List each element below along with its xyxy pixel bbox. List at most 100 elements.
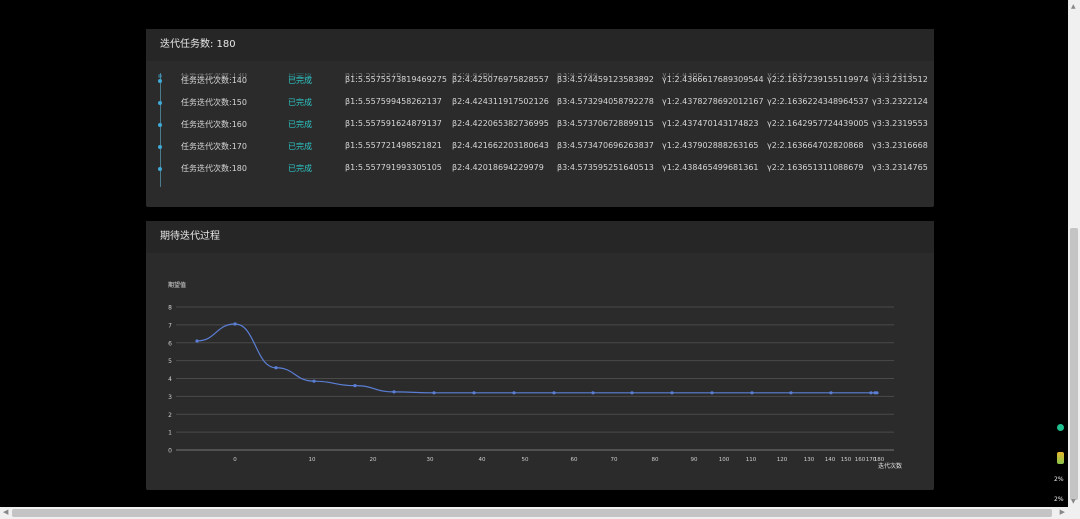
data-point: [829, 391, 833, 395]
y-tick-label: 8: [168, 305, 172, 312]
vertical-scroll-thumb[interactable]: [1070, 228, 1078, 500]
data-point: [353, 384, 357, 388]
task-name: 任务迭代次数:150: [181, 98, 247, 107]
x-tick-label: 100: [719, 457, 730, 463]
data-point: [873, 391, 877, 395]
x-tick-label: 90: [691, 457, 698, 463]
task-list[interactable]: 任务迭代次数:130 已完成 β1:5.5575576... β2:4.4260...…: [146, 73, 934, 201]
x-tick-label: 20: [370, 457, 377, 463]
task-gamma-3: γ3:3.2319553: [872, 119, 928, 128]
task-gamma-2: γ2:2.1642957724439005: [767, 119, 869, 128]
x-tick-label: 50: [522, 457, 529, 463]
timeline-dot-icon: [158, 167, 162, 171]
scroll-down-arrow-icon[interactable]: ▼: [1071, 498, 1076, 505]
widget-value-2: 2%: [1054, 496, 1064, 503]
task-row: 任务迭代次数:180 已完成 β1:5.557791993305105 β2:4.42…: [146, 158, 934, 180]
task-gamma-2: γ2:2.1637239155119974: [767, 75, 869, 84]
data-point: [750, 391, 754, 395]
y-tick-label: 6: [168, 340, 172, 347]
x-tick-label: 110: [746, 457, 757, 463]
task-row: 任务迭代次数:140 已完成 β1:5.5575573819469275 β2:4.4…: [146, 73, 934, 92]
y-tick-label: 2: [168, 412, 172, 419]
x-tick-label: 160: [855, 457, 866, 463]
data-point: [274, 366, 278, 370]
task-gamma-2: γ2:2.163651311088679: [767, 163, 864, 172]
task-gamma-3: γ3:3.2313512: [872, 75, 928, 84]
x-tick-label: 140: [825, 457, 836, 463]
scrollbar-corner: [1068, 507, 1080, 519]
iteration-tasks-panel: 迭代任务数: 180 任务迭代次数:130 已完成 β1:5.5575576... β…: [146, 29, 934, 207]
task-gamma-3: γ3:3.2322124: [872, 97, 928, 106]
data-point: [670, 391, 674, 395]
task-gamma-2: γ2:2.163664702820868: [767, 141, 864, 150]
level-bar-icon: [1057, 452, 1064, 464]
data-point: [312, 379, 316, 383]
task-status: 已完成: [288, 76, 312, 85]
task-row: 任务迭代次数:170 已完成 β1:5.557721498521821 β2:4.42…: [146, 136, 934, 158]
task-gamma-2: γ2:2.1636224348964537: [767, 97, 869, 106]
task-gamma-1: γ1:2.438465499681361: [662, 163, 759, 172]
vertical-scrollbar[interactable]: ▲ ▼: [1068, 0, 1080, 507]
data-point: [789, 391, 793, 395]
task-beta-2: β2:4.421662203180643: [452, 141, 549, 150]
y-tick-label: 4: [168, 376, 172, 383]
horizontal-scroll-thumb[interactable]: [12, 509, 1052, 517]
horizontal-scrollbar[interactable]: ◀ ▶: [0, 507, 1068, 519]
timeline-dot-icon: [158, 145, 162, 149]
task-status: 已完成: [288, 120, 312, 129]
task-gamma-1: γ1:2.4366617689309544: [662, 75, 764, 84]
floating-status-widget[interactable]: 2% 2%: [1054, 418, 1068, 503]
task-beta-1: β1:5.557791993305105: [345, 163, 442, 172]
task-gamma-1: γ1:2.4378278692012167: [662, 97, 764, 106]
y-tick-label: 1: [168, 430, 172, 437]
x-tick-label: 120: [777, 457, 788, 463]
timeline-dot-icon: [158, 79, 162, 83]
x-tick-label: 0: [233, 457, 237, 463]
data-point: [432, 391, 436, 395]
task-beta-3: β3:4.573294058792278: [557, 97, 654, 106]
x-tick-label: 150: [841, 457, 852, 463]
data-point: [552, 391, 556, 395]
data-point: [195, 339, 199, 343]
y-axis-title: 期望值: [168, 281, 186, 289]
data-point: [392, 390, 396, 394]
timeline-dot-icon: [158, 123, 162, 127]
task-beta-3: β3:4.573595251640513: [557, 163, 654, 172]
data-point: [591, 391, 595, 395]
y-tick-label: 0: [168, 448, 172, 455]
expectation-chart-panel: 期待迭代过程 0 1 2 3 4 5 6 7 8 0 10 20 30 40 50 60 70 80 90 100 11…: [146, 221, 934, 490]
scroll-right-arrow-icon[interactable]: ▶: [1060, 508, 1065, 516]
x-tick-label: 40: [479, 457, 486, 463]
data-point: [512, 391, 516, 395]
task-name: 任务迭代次数:170: [181, 142, 247, 151]
task-name: 任务迭代次数:140: [181, 76, 247, 85]
timeline-dot-icon: [158, 101, 162, 105]
scroll-up-arrow-icon[interactable]: ▲: [1071, 3, 1076, 10]
tasks-panel-title: 迭代任务数: 180: [146, 29, 934, 61]
y-tick-label: 3: [168, 394, 172, 401]
task-beta-1: β1:5.557599458262137: [345, 97, 442, 106]
x-axis-title: 迭代次数: [878, 462, 902, 470]
task-name: 任务迭代次数:180: [181, 164, 247, 173]
scroll-left-arrow-icon[interactable]: ◀: [3, 508, 8, 516]
chart-panel-title: 期待迭代过程: [146, 221, 934, 253]
y-tick-label: 7: [168, 322, 172, 329]
task-beta-2: β2:4.425076975828557: [452, 75, 549, 84]
task-gamma-1: γ1:2.437470143174823: [662, 119, 759, 128]
x-tick-label: 10: [309, 457, 316, 463]
task-status: 已完成: [288, 164, 312, 173]
status-dot-icon: [1057, 424, 1064, 431]
data-point: [710, 391, 714, 395]
task-beta-3: β3:4.573470696263837: [557, 141, 654, 150]
task-beta-3: β3:4.573706728899115: [557, 119, 654, 128]
task-beta-2: β2:4.42018694229979: [452, 163, 544, 172]
x-tick-label: 60: [571, 457, 578, 463]
widget-value-1: 2%: [1054, 476, 1064, 483]
data-point: [630, 391, 634, 395]
task-status: 已完成: [288, 98, 312, 107]
expectation-line-chart: 0123456780 10 20 30 40 50 60 70 80 90 100 110 120 130…: [168, 281, 902, 470]
series-line: [196, 323, 877, 394]
task-name: 任务迭代次数:160: [181, 120, 247, 129]
task-beta-1: β1:5.557591624879137: [345, 119, 442, 128]
task-beta-2: β2:4.422065382736995: [452, 119, 549, 128]
